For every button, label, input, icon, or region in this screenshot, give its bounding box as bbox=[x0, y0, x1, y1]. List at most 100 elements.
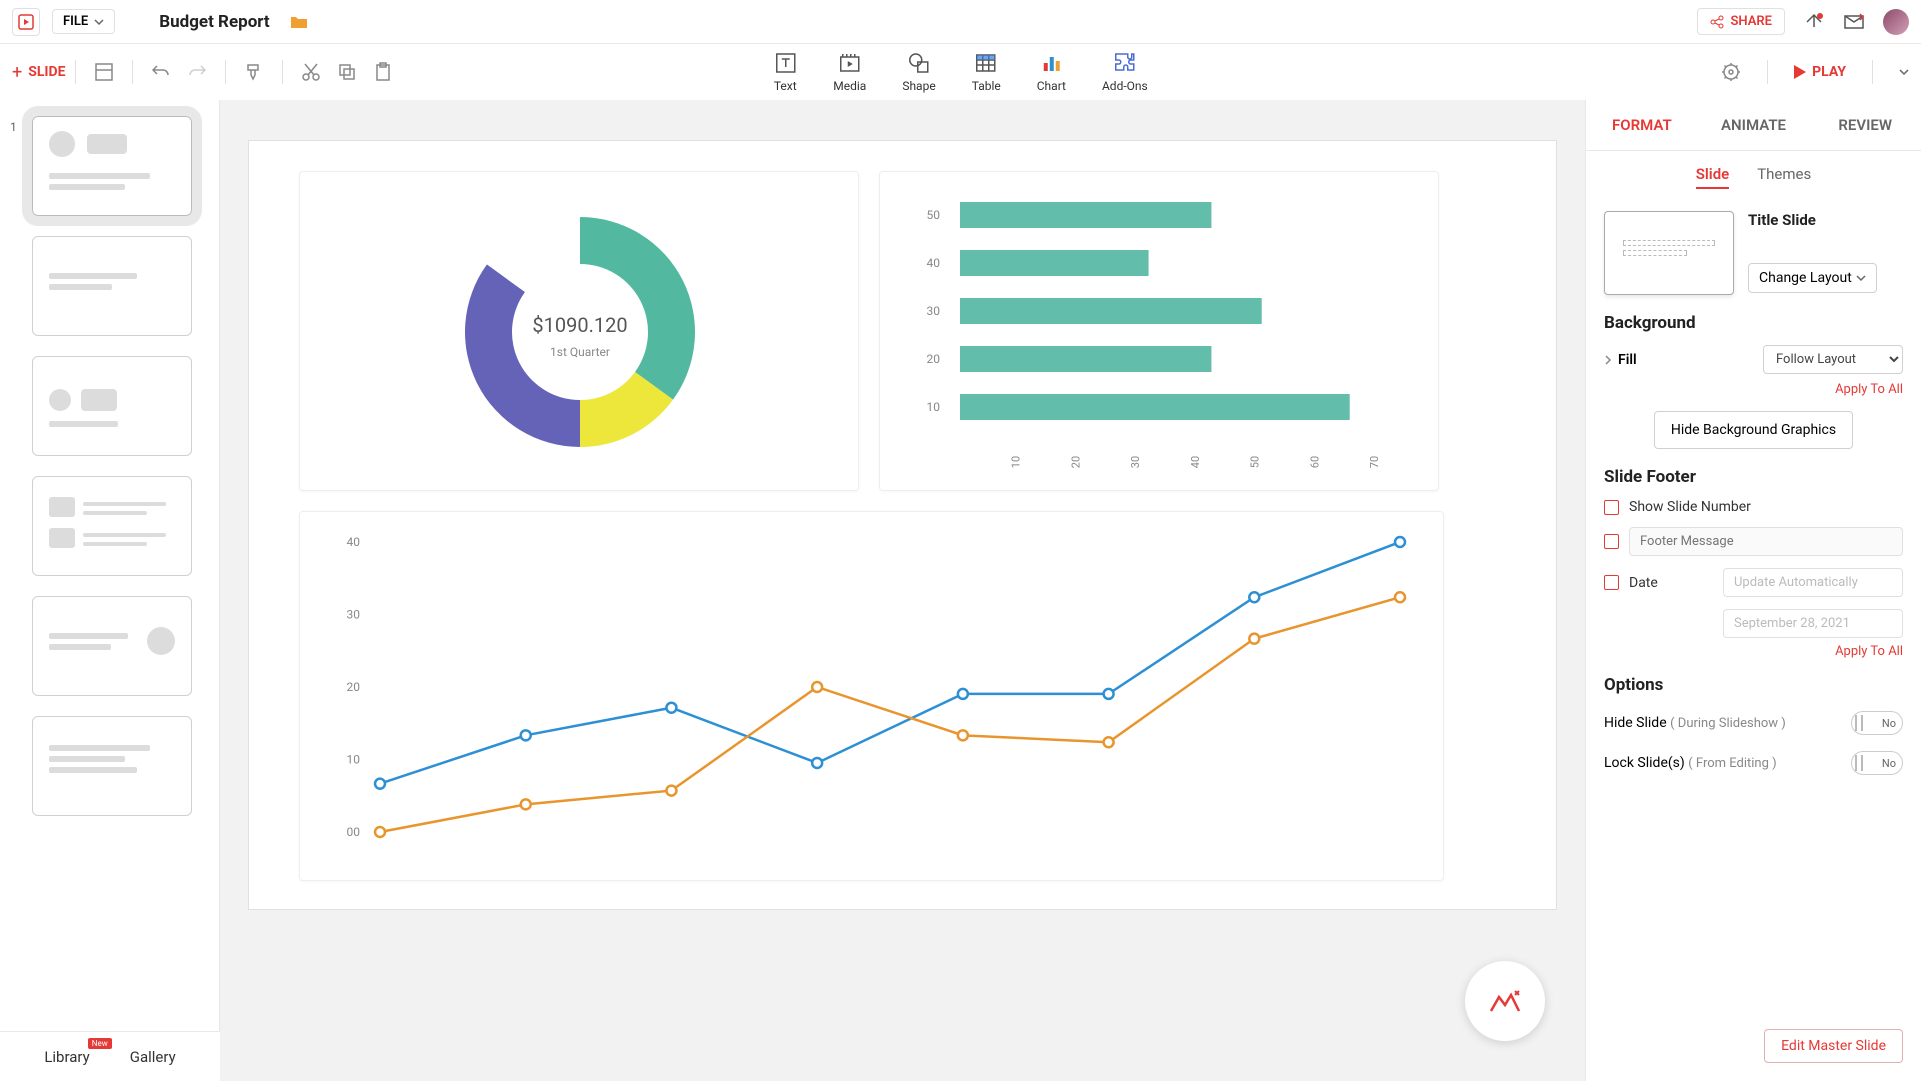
hide-slide-toggle[interactable]: No bbox=[1851, 711, 1903, 735]
share-button[interactable]: SHARE bbox=[1697, 8, 1785, 35]
format-painter-icon[interactable] bbox=[244, 62, 264, 82]
play-dropdown-icon[interactable] bbox=[1899, 67, 1909, 77]
svg-text:50: 50 bbox=[1249, 456, 1262, 468]
insert-addons[interactable]: Add-Ons bbox=[1102, 51, 1148, 93]
svg-text:30: 30 bbox=[927, 304, 941, 318]
bar-chart[interactable]: 504030201010203040506070 bbox=[879, 171, 1439, 491]
apply-all-footer[interactable]: Apply To All bbox=[1604, 644, 1903, 659]
svg-text:20: 20 bbox=[927, 352, 941, 366]
change-layout-button[interactable]: Change Layout bbox=[1748, 263, 1877, 293]
layout-icon[interactable] bbox=[94, 62, 114, 82]
gallery-tab[interactable]: Gallery bbox=[130, 1048, 176, 1066]
add-slide-label: SLIDE bbox=[28, 64, 65, 80]
play-button[interactable]: PLAY bbox=[1794, 64, 1846, 80]
play-label: PLAY bbox=[1812, 64, 1846, 80]
background-header: Background bbox=[1604, 313, 1903, 333]
insert-chart[interactable]: Chart bbox=[1037, 51, 1066, 93]
chart-icon bbox=[1039, 51, 1063, 75]
addons-icon bbox=[1113, 51, 1137, 75]
footer-header: Slide Footer bbox=[1604, 467, 1903, 487]
thumbnail-3[interactable] bbox=[8, 356, 195, 456]
folder-icon[interactable] bbox=[290, 15, 308, 29]
svg-text:20: 20 bbox=[1069, 456, 1082, 468]
footer-msg-checkbox[interactable] bbox=[1604, 534, 1619, 549]
file-menu-label: FILE bbox=[63, 14, 88, 29]
fill-select[interactable]: Follow Layout bbox=[1763, 345, 1903, 374]
show-number-checkbox[interactable] bbox=[1604, 500, 1619, 515]
cut-icon[interactable] bbox=[301, 62, 321, 82]
media-icon bbox=[838, 51, 862, 75]
copy-icon[interactable] bbox=[337, 62, 357, 82]
thumbnail-2[interactable] bbox=[8, 236, 195, 336]
svg-text:60: 60 bbox=[1308, 456, 1321, 468]
bottom-tabs: Library New Gallery bbox=[0, 1031, 220, 1081]
layout-name: Title Slide bbox=[1748, 211, 1877, 229]
apply-all-bg[interactable]: Apply To All bbox=[1604, 382, 1903, 397]
expand-icon[interactable] bbox=[1604, 355, 1612, 365]
redo-icon[interactable] bbox=[187, 62, 207, 82]
settings-icon[interactable] bbox=[1721, 62, 1741, 82]
lock-slide-toggle[interactable]: No bbox=[1851, 751, 1903, 775]
play-icon bbox=[1794, 65, 1806, 79]
table-icon bbox=[974, 51, 998, 75]
tab-animate[interactable]: ANIMATE bbox=[1698, 100, 1810, 150]
plus-icon: + bbox=[12, 62, 22, 83]
notifications-icon[interactable] bbox=[1803, 11, 1825, 33]
file-menu[interactable]: FILE bbox=[52, 9, 115, 34]
share-icon bbox=[1710, 15, 1724, 29]
add-slide-button[interactable]: + SLIDE bbox=[12, 62, 65, 83]
date-value: September 28, 2021 bbox=[1723, 609, 1903, 638]
mail-icon[interactable] bbox=[1843, 11, 1865, 33]
svg-text:20: 20 bbox=[347, 680, 361, 694]
line-chart[interactable]: 00 10 20 30 40 bbox=[299, 511, 1444, 881]
layout-preview[interactable] bbox=[1604, 211, 1734, 295]
new-badge: New bbox=[88, 1038, 112, 1049]
subtab-themes[interactable]: Themes bbox=[1757, 165, 1811, 189]
insert-shape[interactable]: Shape bbox=[902, 51, 935, 93]
insert-text[interactable]: Text bbox=[773, 51, 797, 93]
paste-icon[interactable] bbox=[373, 62, 393, 82]
thumbnail-6[interactable] bbox=[8, 716, 195, 816]
title-bar: FILE Budget Report SHARE bbox=[0, 0, 1921, 44]
app-logo[interactable] bbox=[12, 8, 40, 36]
update-mode: Update Automatically bbox=[1723, 568, 1903, 597]
fill-label: Fill bbox=[1618, 352, 1637, 368]
date-checkbox[interactable] bbox=[1604, 575, 1619, 590]
svg-text:10: 10 bbox=[1010, 456, 1023, 468]
tab-review[interactable]: REVIEW bbox=[1809, 100, 1921, 150]
donut-chart[interactable]: $1090.1201st Quarter bbox=[299, 171, 859, 491]
svg-text:10: 10 bbox=[347, 753, 361, 767]
options-header: Options bbox=[1604, 675, 1903, 695]
insert-media[interactable]: Media bbox=[833, 51, 866, 93]
svg-text:70: 70 bbox=[1368, 456, 1381, 468]
main-toolbar: + SLIDE Text Media Shape Table Chart bbox=[0, 44, 1921, 100]
tab-format[interactable]: FORMAT bbox=[1586, 100, 1698, 150]
undo-icon[interactable] bbox=[151, 62, 171, 82]
canvas-area: $1090.1201st Quarter 5040302010102030405… bbox=[220, 100, 1585, 1081]
thumbnail-4[interactable] bbox=[8, 476, 195, 576]
shape-icon bbox=[907, 51, 931, 75]
chevron-down-icon bbox=[94, 17, 104, 27]
insert-table[interactable]: Table bbox=[972, 51, 1001, 93]
footer-msg-input[interactable] bbox=[1629, 527, 1903, 556]
svg-text:$1090.120: $1090.120 bbox=[532, 313, 627, 337]
format-panel: FORMAT ANIMATE REVIEW Slide Themes Title… bbox=[1585, 100, 1921, 1081]
hide-bg-button[interactable]: Hide Background Graphics bbox=[1654, 411, 1853, 449]
slide-thumbnails: 1 bbox=[0, 100, 220, 1081]
slide-canvas[interactable]: $1090.1201st Quarter 5040302010102030405… bbox=[248, 140, 1557, 910]
svg-text:40: 40 bbox=[927, 256, 941, 270]
edit-master-button[interactable]: Edit Master Slide bbox=[1764, 1029, 1903, 1063]
svg-text:30: 30 bbox=[347, 608, 361, 622]
zia-fab[interactable] bbox=[1465, 961, 1545, 1041]
svg-text:40: 40 bbox=[1189, 456, 1202, 468]
document-title[interactable]: Budget Report bbox=[159, 12, 269, 32]
share-label: SHARE bbox=[1730, 14, 1772, 29]
thumbnail-1[interactable]: 1 bbox=[8, 116, 195, 216]
user-avatar[interactable] bbox=[1883, 9, 1909, 35]
text-icon bbox=[773, 51, 797, 75]
subtab-slide[interactable]: Slide bbox=[1696, 165, 1729, 189]
svg-text:40: 40 bbox=[347, 535, 361, 549]
thumbnail-5[interactable] bbox=[8, 596, 195, 696]
library-tab[interactable]: Library New bbox=[44, 1048, 89, 1066]
svg-text:00: 00 bbox=[347, 825, 361, 839]
